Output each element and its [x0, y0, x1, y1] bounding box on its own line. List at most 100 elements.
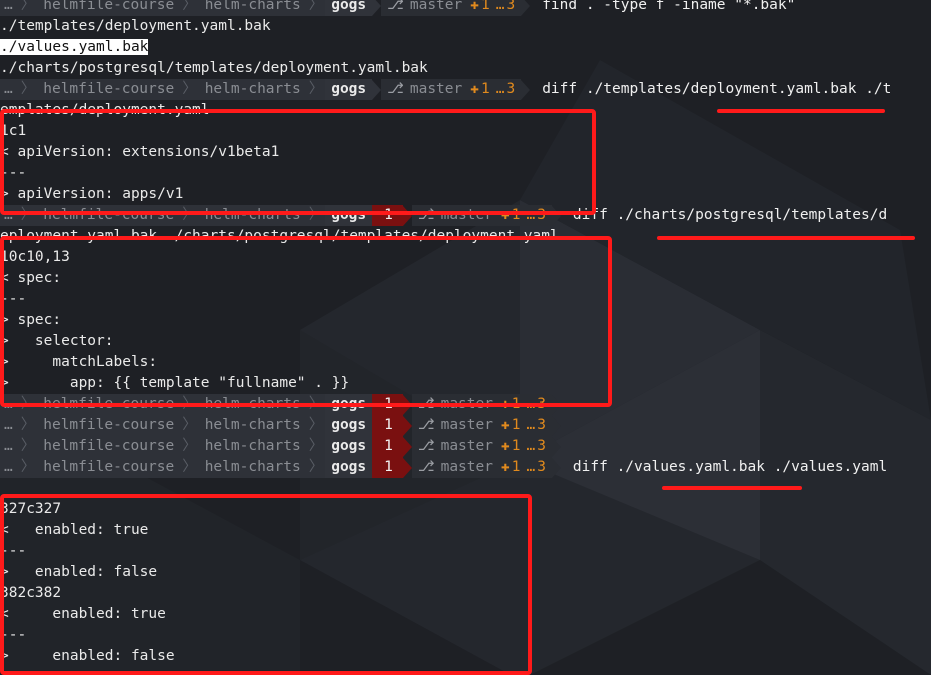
path-segment[interactable]: helmfile-course — [37, 0, 181, 16]
command-text: find . -type f -iname "*.bak" — [542, 0, 796, 13]
git-status: ⎇ master ✚ 1 … 3 — [381, 79, 522, 100]
segment-arrow — [372, 79, 382, 100]
prompt-line: … 〉 helmfile-course 〉 helm-charts 〉 gogs ⎇ maste… — [0, 79, 891, 100]
git-added-count: 1 — [511, 417, 521, 433]
chevron-right-icon: 〉 — [306, 415, 326, 436]
git-branch-name: master — [409, 81, 463, 97]
git-added-count: 1 — [511, 438, 521, 454]
chevron-right-icon: 〉 — [180, 457, 199, 478]
git-branch-name: master — [440, 417, 493, 433]
exit-code-badge: 1 — [372, 415, 403, 436]
path-segment-current[interactable]: gogs — [325, 436, 373, 457]
command-text: diff ./values.yaml.bak ./values.yaml — [572, 459, 888, 475]
shell-prompt: … 〉 helmfile-course 〉 helm-charts 〉 gogs 1 ⎇ mast… — [0, 436, 573, 457]
segment-arrow — [551, 457, 561, 478]
output-line: ./templates/deployment.yaml.bak — [0, 16, 271, 37]
git-more-icon: … — [526, 438, 536, 454]
git-branch-name: master — [409, 0, 463, 13]
annotation-underline-3 — [662, 486, 802, 490]
path-segment-current[interactable]: gogs — [325, 79, 373, 100]
path-segment[interactable]: helmfile-course — [37, 457, 181, 478]
git-added-count: 1 — [480, 0, 490, 13]
git-status-inner: ⎇ master ✚ 1 … 3 — [412, 436, 552, 457]
git-status: ⎇ master ✚ 1 … 3 — [411, 436, 552, 457]
exit-code-badge: 1 — [372, 457, 403, 478]
chevron-right-icon: 〉 — [180, 79, 199, 100]
git-branch-icon: ⎇ — [417, 417, 435, 433]
path-segment[interactable]: helm-charts — [198, 415, 307, 436]
annotation-underline-2 — [657, 236, 915, 240]
path-segment[interactable]: helmfile-course — [37, 436, 181, 457]
chevron-right-icon: 〉 — [306, 0, 326, 16]
path-segment-current[interactable]: gogs — [325, 0, 373, 16]
git-status: ⎇ master ✚ 1 … 3 — [381, 0, 522, 16]
chevron-right-icon: 〉 — [18, 79, 38, 100]
segment-arrow — [372, 0, 382, 16]
segment-arrow — [402, 415, 412, 436]
git-branch-name: master — [440, 438, 493, 454]
git-more-icon: … — [495, 81, 505, 97]
prompt-ellipsis: … — [0, 457, 19, 478]
annotation-underline-1 — [717, 109, 885, 113]
chevron-right-icon: 〉 — [18, 436, 38, 457]
segment-arrow — [551, 415, 561, 436]
path-segment[interactable]: helm-charts — [198, 457, 307, 478]
prompt-line: … 〉 helmfile-course 〉 helm-charts 〉 gogs 1 ⎇ mast… — [0, 436, 573, 457]
path-segment-current[interactable]: gogs — [325, 457, 373, 478]
git-branch-icon: ⎇ — [387, 81, 404, 97]
segment-arrow — [402, 457, 412, 478]
git-more-icon: … — [526, 459, 536, 475]
exit-code-badge: 1 — [372, 436, 403, 457]
chevron-right-icon: 〉 — [180, 0, 199, 16]
prompt-ellipsis: … — [0, 415, 19, 436]
git-added-count: 1 — [480, 81, 490, 97]
output-text: ./charts/postgresql/templates/deployment… — [0, 60, 428, 76]
annotation-box-3 — [0, 494, 532, 675]
segment-arrow — [521, 79, 531, 100]
git-untracked-count: 3 — [537, 417, 546, 433]
git-status-inner: ⎇ master ✚ 1 … 3 — [381, 0, 521, 16]
chevron-right-icon: 〉 — [306, 436, 326, 457]
shell-prompt: … 〉 helmfile-course 〉 helm-charts 〉 gogs 1 ⎇ mast… — [0, 457, 887, 478]
git-branch-icon: ⎇ — [417, 459, 435, 475]
git-more-icon: … — [526, 417, 536, 433]
path-segment[interactable]: helm-charts — [198, 79, 307, 100]
command-text: diff ./charts/postgresql/templates/d — [572, 207, 888, 223]
annotation-box-2 — [0, 236, 612, 407]
git-branch-name: master — [440, 459, 493, 475]
segment-arrow — [402, 436, 412, 457]
plus-icon: ✚ — [470, 0, 479, 13]
git-added-count: 1 — [511, 459, 521, 475]
path-segment-current[interactable]: gogs — [325, 415, 373, 436]
chevron-right-icon: 〉 — [180, 415, 199, 436]
prompt-ellipsis: … — [0, 436, 19, 457]
chevron-right-icon: 〉 — [306, 457, 326, 478]
git-status: ⎇ master ✚ 1 … 3 — [411, 457, 552, 478]
path-segment[interactable]: helm-charts — [198, 0, 307, 16]
chevron-right-icon: 〉 — [18, 415, 38, 436]
git-status-inner: ⎇ master ✚ 1 … 3 — [381, 79, 521, 100]
chevron-right-icon: 〉 — [18, 0, 38, 16]
path-segment[interactable]: helmfile-course — [37, 415, 181, 436]
prompt-line: … 〉 helmfile-course 〉 helm-charts 〉 gogs 1 ⎇ mast… — [0, 457, 887, 478]
git-status-inner: ⎇ master ✚ 1 … 3 — [412, 457, 552, 478]
prompt-ellipsis: … — [0, 79, 19, 100]
git-untracked-count: 3 — [506, 0, 516, 13]
git-status: ⎇ master ✚ 1 … 3 — [411, 415, 552, 436]
output-text: ./templates/deployment.yaml.bak — [0, 18, 271, 34]
command-text: diff ./templates/deployment.yaml.bak ./t — [542, 81, 892, 97]
plus-icon: ✚ — [470, 81, 479, 97]
git-more-icon: … — [495, 0, 505, 13]
prompt-line: … 〉 helmfile-course 〉 helm-charts 〉 gogs ⎇ maste… — [0, 0, 795, 16]
git-status-inner: ⎇ master ✚ 1 … 3 — [412, 415, 552, 436]
path-segment[interactable]: helm-charts — [198, 436, 307, 457]
shell-prompt: … 〉 helmfile-course 〉 helm-charts 〉 gogs 1 ⎇ mast… — [0, 415, 573, 436]
output-line: ./values.yaml.bak — [0, 37, 149, 58]
segment-arrow — [521, 0, 531, 16]
git-untracked-count: 3 — [506, 81, 516, 97]
path-segment[interactable]: helmfile-course — [37, 79, 181, 100]
output-line: ./charts/postgresql/templates/deployment… — [0, 58, 428, 79]
segment-arrow — [551, 436, 561, 457]
git-untracked-count: 3 — [537, 438, 546, 454]
git-untracked-count: 3 — [537, 459, 546, 475]
